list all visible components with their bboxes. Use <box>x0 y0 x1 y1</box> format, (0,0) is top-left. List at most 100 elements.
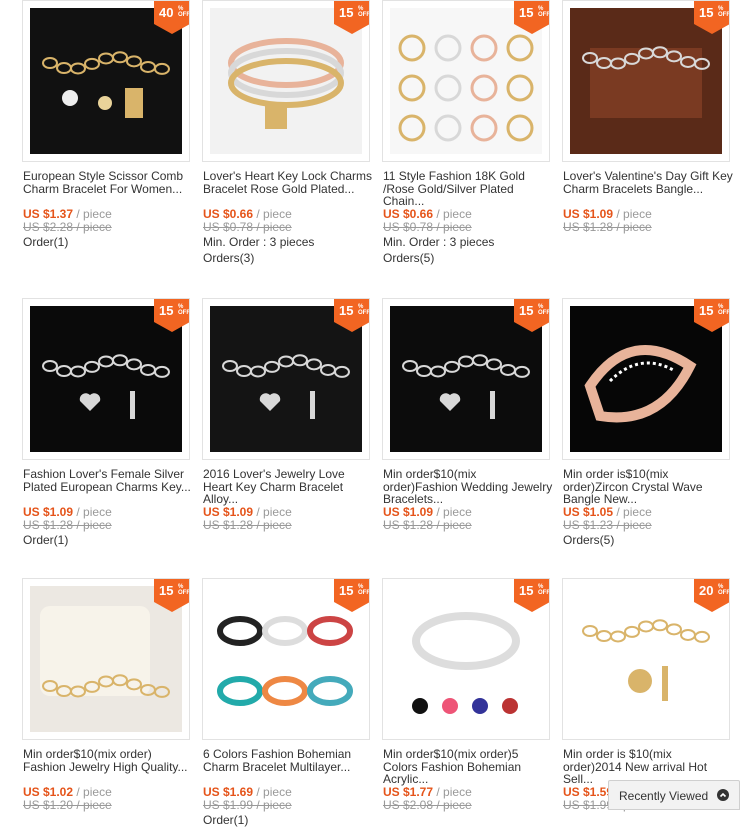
product-info: Min order$10(mix order) Fashion Jewelry … <box>23 748 193 812</box>
original-price: US $1.28 / piece <box>383 517 472 532</box>
product-price: US $1.37 <box>23 207 74 221</box>
price-line: US $0.66 / piece <box>383 208 553 221</box>
min-order: Min. Order : 3 pieces <box>383 234 495 249</box>
discount-badge: 15 % OFF <box>514 1 550 34</box>
product-title-link[interactable]: 2016 Lover's Jewelry Love Heart Key Char… <box>203 468 373 506</box>
discount-percent: 15 <box>519 5 534 20</box>
product-info: Min order$10(mix order)Fashion Wedding J… <box>383 468 553 532</box>
discount-badge: 15 % OFF <box>154 299 189 332</box>
product-image[interactable]: 20 % OFF <box>562 578 730 740</box>
price-line: US $1.09 / piece <box>383 506 553 519</box>
product-title-link[interactable]: Min order$10(mix order)Fashion Wedding J… <box>383 468 553 506</box>
product-price: US $1.09 <box>203 505 254 519</box>
price-line: US $1.09 / piece <box>563 208 733 221</box>
price-unit: / piece <box>616 207 652 221</box>
price-unit: / piece <box>616 505 652 519</box>
discount-badge: 20 % OFF <box>694 579 730 612</box>
original-price: US $1.99 / piece <box>203 797 292 812</box>
product-image[interactable]: 15 % OFF <box>382 298 550 460</box>
product-title-link[interactable]: Min order$10(mix order) Fashion Jewelry … <box>23 748 193 786</box>
product-image[interactable]: 15 % OFF <box>202 578 370 740</box>
product-image[interactable]: 15 % OFF <box>202 298 370 460</box>
price-line: US $1.37 / piece <box>23 208 193 221</box>
price-unit: / piece <box>436 505 472 519</box>
product-title-link[interactable]: Min order is$10(mix order)Zircon Crystal… <box>563 468 733 506</box>
price-unit: / piece <box>436 207 472 221</box>
discount-percent: 15 <box>339 303 354 318</box>
discount-percent: 15 <box>339 5 354 20</box>
original-price: US $1.28 / piece <box>563 219 652 234</box>
product-info: 6 Colors Fashion Bohemian Charm Bracelet… <box>203 748 373 828</box>
original-price: US $0.78 / piece <box>203 219 292 234</box>
product-price: US $0.66 <box>383 207 434 221</box>
product-image[interactable]: 15 % OFF <box>382 578 550 740</box>
product-price: US $1.02 <box>23 785 74 799</box>
price-unit: / piece <box>256 207 292 221</box>
product-price: US $1.09 <box>383 505 434 519</box>
price-unit: / piece <box>76 505 112 519</box>
product-title-link[interactable]: 6 Colors Fashion Bohemian Charm Bracelet… <box>203 748 373 786</box>
product-info: 2016 Lover's Jewelry Love Heart Key Char… <box>203 468 373 532</box>
product-title-link[interactable]: 11 Style Fashion 18K Gold /Rose Gold/Sil… <box>383 170 553 208</box>
original-price: US $1.28 / piece <box>23 517 112 532</box>
product-info: 11 Style Fashion 18K Gold /Rose Gold/Sil… <box>383 170 553 266</box>
discount-badge: 15 % OFF <box>514 299 550 332</box>
discount-badge: 15 % OFF <box>694 1 730 34</box>
product-title-link[interactable]: Fashion Lover's Female Silver Plated Eur… <box>23 468 193 506</box>
price-unit: / piece <box>256 505 292 519</box>
price-line: US $1.02 / piece <box>23 786 193 799</box>
product-info: Min order is$10(mix order)Zircon Crystal… <box>563 468 733 548</box>
price-unit: / piece <box>256 785 292 799</box>
price-line: US $1.09 / piece <box>203 506 373 519</box>
price-line: US $1.09 / piece <box>23 506 193 519</box>
orders-count-link[interactable]: Order(1) <box>23 234 193 250</box>
discount-badge: 40 % OFF <box>154 1 189 34</box>
product-image[interactable]: 15 % OFF <box>562 298 730 460</box>
min-order: Min. Order : 3 pieces <box>203 234 315 249</box>
product-image[interactable]: 15 % OFF <box>562 0 730 162</box>
product-image[interactable]: 40 % OFF <box>22 0 190 162</box>
product-info: Lover's Valentine's Day Gift Key Charm B… <box>563 170 733 234</box>
discount-off-label: % OFF <box>538 584 550 596</box>
price-line: US $1.69 / piece <box>203 786 373 799</box>
product-price: US $1.59 <box>563 785 614 799</box>
discount-off-label: % OFF <box>538 304 550 316</box>
original-price: US $1.28 / piece <box>203 517 292 532</box>
product-price: US $1.05 <box>563 505 614 519</box>
product-image[interactable]: 15 % OFF <box>22 578 190 740</box>
price-line: US $1.77 / piece <box>383 786 553 799</box>
orders-count-link[interactable]: Orders(5) <box>383 250 553 266</box>
orders-count-link[interactable]: Order(1) <box>23 532 193 548</box>
price-unit: / piece <box>76 785 112 799</box>
product-title-link[interactable]: Lover's Valentine's Day Gift Key Charm B… <box>563 170 733 208</box>
recently-viewed-button[interactable]: Recently Viewed <box>608 780 740 810</box>
price-unit: / piece <box>436 785 472 799</box>
discount-off-label: % OFF <box>178 584 190 596</box>
discount-percent: 15 <box>699 5 714 20</box>
product-image[interactable]: 15 % OFF <box>202 0 370 162</box>
discount-percent: 15 <box>519 583 534 598</box>
discount-badge: 15 % OFF <box>334 1 369 34</box>
orders-count-link[interactable]: Order(1) <box>203 812 373 828</box>
product-title-link[interactable]: Min order$10(mix order)5 Colors Fashion … <box>383 748 553 786</box>
product-info: Lover's Heart Key Lock Charms Bracelet R… <box>203 170 373 266</box>
product-info: Fashion Lover's Female Silver Plated Eur… <box>23 468 193 548</box>
product-title-link[interactable]: European Style Scissor Comb Charm Bracel… <box>23 170 193 208</box>
orders-count-link[interactable]: Orders(3) <box>203 250 373 266</box>
recently-viewed-label: Recently Viewed <box>619 789 709 803</box>
discount-off-label: % OFF <box>358 304 370 316</box>
product-image[interactable]: 15 % OFF <box>22 298 190 460</box>
discount-percent: 15 <box>699 303 714 318</box>
product-price: US $1.09 <box>23 505 74 519</box>
discount-off-label: % OFF <box>538 6 550 18</box>
discount-off-label: % OFF <box>718 304 730 316</box>
product-title-link[interactable]: Lover's Heart Key Lock Charms Bracelet R… <box>203 170 373 208</box>
discount-percent: 40 <box>159 5 174 20</box>
discount-percent: 20 <box>699 583 714 598</box>
original-price: US $0.78 / piece <box>383 219 472 234</box>
discount-badge: 15 % OFF <box>514 579 550 612</box>
product-image[interactable]: 15 % OFF <box>382 0 550 162</box>
discount-off-label: % OFF <box>718 584 730 596</box>
discount-off-label: % OFF <box>718 6 730 18</box>
orders-count-link[interactable]: Orders(5) <box>563 532 733 548</box>
